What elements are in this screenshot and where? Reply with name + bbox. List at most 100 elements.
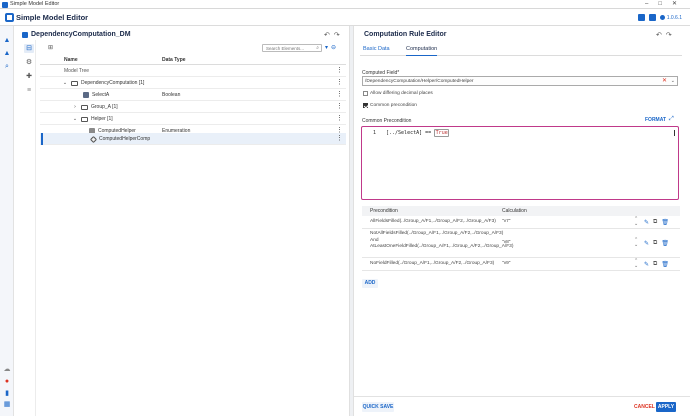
editor-title: Computation Rule Editor <box>364 31 447 38</box>
common-precondition-checkbox[interactable] <box>363 103 368 108</box>
app-name: Simple Model Editor <box>16 13 89 22</box>
computed-field-value: /DependencyComputation/Helper/ComputedHe… <box>365 79 474 84</box>
clear-icon[interactable]: ✕ <box>662 77 667 86</box>
model-title: DependencyComputation_DM <box>31 31 131 38</box>
version-badge[interactable]: 1.0.6.1 <box>659 14 682 21</box>
app-window-icon <box>2 1 8 8</box>
delete-icon[interactable]: 🗑 <box>661 261 669 268</box>
add-button[interactable]: ADD <box>362 279 378 288</box>
precondition-cell: NoFieldFilled(../Group_A/F1,../Group_A/F… <box>370 261 495 266</box>
grid-icon[interactable]: ▦ <box>3 401 11 409</box>
app-logo-icon <box>5 13 14 22</box>
more-icon[interactable]: ⋮ <box>336 89 343 101</box>
chevron-down-icon[interactable]: ⌄ <box>671 77 675 86</box>
tree-root-row: Model Tree ⋮ <box>40 65 346 77</box>
chevron-right-icon[interactable]: › <box>72 101 78 113</box>
code-keyword: True <box>434 129 450 137</box>
selection-indicator <box>41 133 43 145</box>
edit-icon[interactable]: ✎ <box>644 261 649 268</box>
table-toggle-icon[interactable]: ⊞ <box>48 44 53 51</box>
more-icon[interactable]: ⋮ <box>336 133 343 145</box>
delete-icon[interactable]: 🗑 <box>661 240 669 247</box>
document-icon[interactable]: ▮ <box>3 390 11 398</box>
list-icon[interactable]: ≡ <box>24 86 34 95</box>
sync-icon[interactable] <box>637 14 645 21</box>
more-icon[interactable]: ⋮ <box>336 101 343 113</box>
group-icon <box>81 104 88 110</box>
more-icon[interactable]: ⋮ <box>336 65 343 77</box>
window-controls[interactable]: –□✕ <box>645 0 687 9</box>
group-icon <box>71 80 78 86</box>
tree-row-label: ComputedHelperComp <box>99 136 151 142</box>
search-input[interactable]: Search Elements... ⌕ <box>262 44 322 52</box>
calculation-cell: "v7" <box>502 219 511 224</box>
window-title: Simple Model Editor <box>10 1 60 7</box>
reorder-arrows-icon[interactable]: ⌃ ⌄ <box>634 217 638 227</box>
group-icon <box>81 116 88 122</box>
edit-icon[interactable]: ✎ <box>644 219 649 226</box>
model-undo-redo[interactable]: ↶↷ <box>324 31 344 39</box>
users-icon[interactable]: ▲ <box>3 50 11 58</box>
search-icon[interactable]: ⌕ <box>3 63 11 71</box>
allow-decimal-checkbox[interactable] <box>363 91 368 96</box>
apply-button[interactable]: APPLY <box>656 402 676 412</box>
format-button[interactable]: FORMAT <box>645 117 666 123</box>
scrollbar[interactable] <box>673 130 675 136</box>
computation-rule-icon <box>89 135 98 143</box>
tree-row[interactable]: SelectA Boolean ⋮ <box>40 89 346 101</box>
column-name[interactable]: Name <box>64 56 78 64</box>
settings-icon[interactable]: ⚙ <box>24 58 34 67</box>
error-icon[interactable]: ● <box>3 378 11 386</box>
editor-footer: QUICK SAVE CANCEL APPLY <box>354 396 690 416</box>
precondition-table-header: Precondition Calculation <box>362 206 680 216</box>
cancel-button[interactable]: CANCEL <box>634 402 655 412</box>
table-row[interactable]: AllFieldsFilled(../Group_A/F1,../Group_A… <box>362 216 680 229</box>
tree-root-label: Model Tree <box>64 68 90 74</box>
cloud-icon[interactable]: ☁ <box>3 366 11 374</box>
more-icon[interactable]: ⋮ <box>336 77 343 89</box>
delete-icon[interactable]: 🗑 <box>661 219 669 226</box>
code-text: [../SelectA] == <box>386 130 435 136</box>
reorder-arrows-icon[interactable]: ⌃ ⌄ <box>634 238 638 248</box>
column-data-type[interactable]: Data Type <box>162 56 186 64</box>
version-text: 1.0.6.1 <box>666 14 682 21</box>
tree-view-icon[interactable]: ⊟ <box>24 44 34 53</box>
reorder-arrows-icon[interactable]: ⌃ ⌄ <box>634 259 638 269</box>
filter-icon[interactable]: ▾⊖ <box>325 44 339 51</box>
edit-icon[interactable]: ✎ <box>644 240 649 247</box>
tree-row-label: Group_A [1] <box>91 104 118 110</box>
computed-field-select[interactable]: /DependencyComputation/Helper/ComputedHe… <box>362 76 678 86</box>
editor-undo-redo[interactable]: ↶↷ <box>656 31 676 39</box>
copy-icon[interactable]: ⧉ <box>653 261 657 268</box>
window-titlebar: Simple Model Editor –□✕ <box>0 0 690 9</box>
chevron-down-icon[interactable]: ⌄ <box>62 77 68 89</box>
home-icon[interactable]: ▲ <box>3 37 11 45</box>
tree-row[interactable]: ⌄ DependencyComputation [1] ⋮ <box>40 77 346 89</box>
model-title-bar: DependencyComputation_DM <box>22 31 131 38</box>
more-icon[interactable]: ⋮ <box>336 113 343 125</box>
column-precondition: Precondition <box>370 208 398 214</box>
copy-icon[interactable]: ⧉ <box>653 240 657 247</box>
calculation-cell: "v9" <box>502 261 511 266</box>
chevron-down-icon[interactable]: ⌄ <box>72 113 78 125</box>
notification-icon[interactable] <box>648 14 656 21</box>
allow-decimal-label: Allow differing decimal places <box>370 91 433 96</box>
boolean-field-icon <box>83 92 89 98</box>
expand-icon[interactable]: ⤢ <box>669 116 676 123</box>
common-precondition-label: Common Precondition <box>362 118 412 124</box>
tree-row[interactable]: › Group_A [1] ⋮ <box>40 101 346 113</box>
precondition-code-editor[interactable]: 1 [../SelectA] == True <box>361 126 679 200</box>
tree-row-label: DependencyComputation [1] <box>81 80 145 86</box>
quick-save-button[interactable]: QUICK SAVE <box>362 402 394 412</box>
panel-splitter[interactable] <box>349 26 354 416</box>
table-row[interactable]: NoFieldFilled(../Group_A/F1,../Group_A/F… <box>362 258 680 271</box>
tab-computation[interactable]: Computation <box>406 44 438 56</box>
copy-icon[interactable]: ⧉ <box>653 219 657 226</box>
model-toolbar: ⊟ ⚙ ✚ ≡ <box>22 40 36 416</box>
puzzle-icon[interactable]: ✚ <box>24 72 34 81</box>
tree-row[interactable]: ⌄ Helper [1] ⋮ <box>40 113 346 125</box>
precondition-cell: AllFieldsFilled(../Group_A/F1,../Group_A… <box>370 219 496 224</box>
table-row[interactable]: NotAllFieldsFilled(../Group_A/F1,../Grou… <box>362 229 680 258</box>
tree-row-selected[interactable]: ComputedHelperComp ⋮ <box>40 133 346 145</box>
tab-basic-data[interactable]: Basic Data <box>363 44 390 54</box>
